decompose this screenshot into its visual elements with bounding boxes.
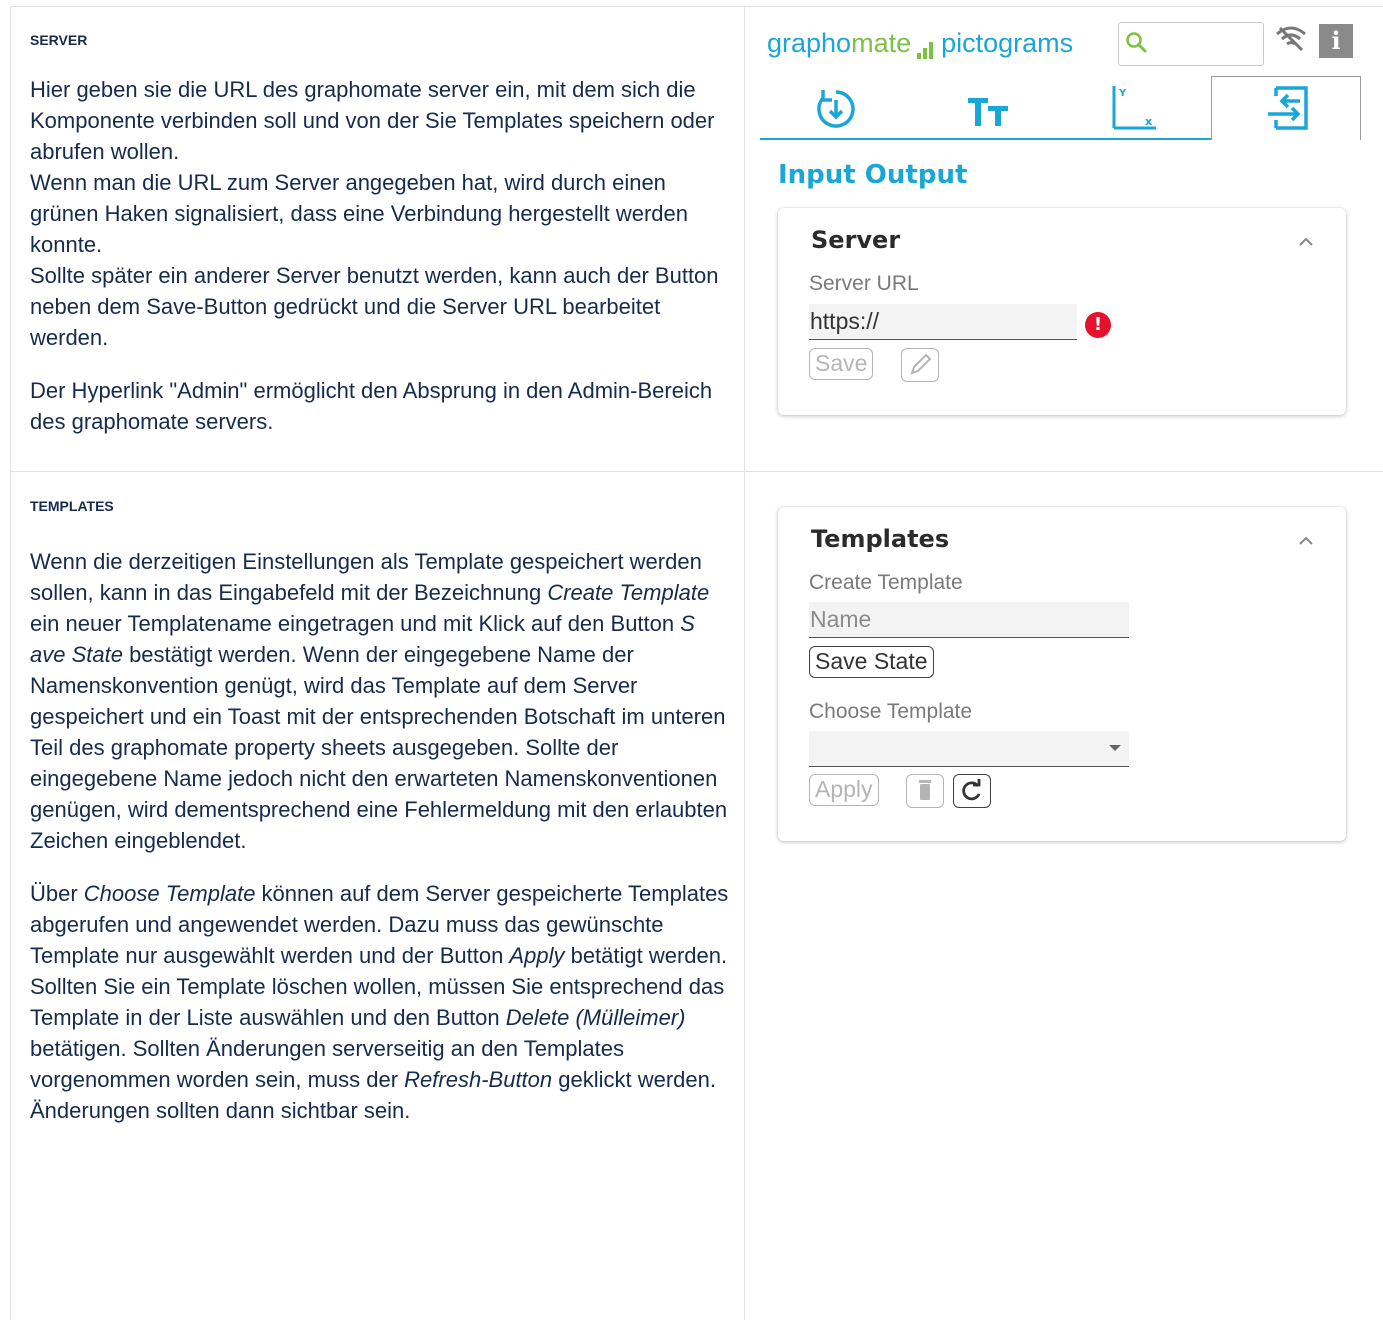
brand-text-mate: mate <box>851 28 912 58</box>
templates-paragraph-1: Wenn die derzeitigen Einstellungen als T… <box>30 546 730 856</box>
emphasis-refresh: Refresh-Button <box>404 1067 553 1092</box>
server-description: SERVER Hier geben sie die URL des grapho… <box>30 32 730 437</box>
text-size-icon <box>968 98 1008 126</box>
save-state-button[interactable]: Save State <box>809 646 934 678</box>
svg-text:Y: Y <box>1118 88 1127 99</box>
trash-icon <box>919 780 931 800</box>
bar-chart-logo-icon <box>917 28 935 59</box>
server-card: Server Server URL ! Save <box>778 208 1346 415</box>
text-run: bestätigt werden. Wenn der eingegebene N… <box>30 642 728 853</box>
apply-button[interactable]: Apply <box>809 774 879 806</box>
dropdown-arrow-icon <box>1109 745 1121 751</box>
pencil-icon <box>910 353 932 375</box>
admin-paragraph: Der Hyperlink "Admin" ermöglicht den Abs… <box>30 378 713 434</box>
table-top-border <box>10 6 1383 7</box>
save-button[interactable]: Save <box>809 348 874 380</box>
templates-heading: TEMPLATES <box>30 498 114 514</box>
section-title-input-output: Input Output <box>778 160 968 190</box>
brand-logo: graphomate pictograms <box>767 28 1073 59</box>
emphasis-delete: Delete (Mülleimer) <box>505 1005 686 1030</box>
tab-axis-settings[interactable]: Y x <box>1110 84 1160 134</box>
chevron-up-icon[interactable] <box>1298 236 1314 246</box>
error-alert-icon: ! <box>1085 312 1111 338</box>
server-paragraph-2: Wenn man die URL zum Server angegeben ha… <box>30 170 688 257</box>
delete-template-button[interactable] <box>906 774 944 808</box>
server-heading: SERVER <box>30 32 88 48</box>
template-name-input[interactable] <box>809 602 1129 638</box>
emphasis-choose-template: Choose Template <box>83 881 256 906</box>
brand-text-grapho: grapho <box>767 28 852 58</box>
info-icon[interactable]: i <box>1319 24 1353 58</box>
table-row-divider <box>10 471 1383 472</box>
input-output-icon <box>1268 86 1308 130</box>
server-card-title: Server <box>811 226 901 254</box>
axis-icon: Y x <box>1112 86 1156 130</box>
server-url-label: Server URL <box>809 272 919 295</box>
text-run: ein neuer Templatename eingetragen und m… <box>30 611 681 636</box>
templates-card-title: Templates <box>811 525 950 553</box>
choose-template-label: Choose Template <box>809 700 973 723</box>
search-input[interactable] <box>1118 22 1264 66</box>
emphasis-apply: Apply <box>509 943 565 968</box>
brand-text-pictograms: pictograms <box>941 28 1074 58</box>
tab-underline <box>760 138 1212 140</box>
choose-template-select[interactable] <box>809 731 1129 767</box>
server-paragraph-3: Sollte später ein anderer Server benutzt… <box>30 263 719 350</box>
templates-description: TEMPLATES Wenn die derzeitigen Einstellu… <box>30 498 730 1126</box>
refresh-icon <box>962 779 981 801</box>
tab-data-import[interactable] <box>811 86 861 134</box>
emphasis-create-template: Create Template <box>547 580 710 605</box>
templates-paragraph-2: Über Choose Template können auf dem Serv… <box>30 878 730 1126</box>
server-paragraph-1: Hier geben sie die URL des graphomate se… <box>30 77 715 164</box>
tab-text-format[interactable] <box>966 94 1012 130</box>
refresh-templates-button[interactable] <box>953 774 991 808</box>
search-icon <box>1126 32 1147 53</box>
table-column-divider <box>744 6 745 1320</box>
server-url-input[interactable] <box>809 304 1077 340</box>
create-template-label: Create Template <box>809 571 963 594</box>
templates-card: Templates Create Template Save State Cho… <box>778 507 1346 841</box>
text-run: Über <box>30 881 84 906</box>
svg-text:x: x <box>1145 115 1152 128</box>
chevron-up-icon[interactable] <box>1298 535 1314 545</box>
table-left-border <box>10 6 11 1320</box>
tab-input-output[interactable] <box>1262 84 1312 132</box>
wifi-off-icon[interactable] <box>1274 24 1308 54</box>
edit-server-button[interactable] <box>901 348 939 382</box>
download-icon <box>817 90 855 128</box>
